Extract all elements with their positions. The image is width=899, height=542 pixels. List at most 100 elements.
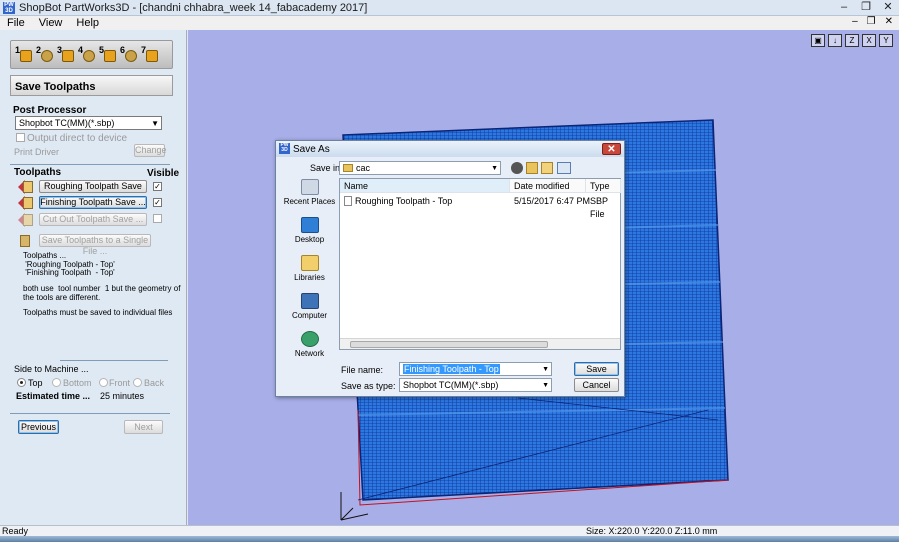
finishing-visible-checkbox[interactable]: ✓ [153, 198, 162, 207]
side-top-radio[interactable] [17, 378, 26, 387]
save-in-label: Save in: [310, 163, 343, 173]
estimated-time-label: Estimated time ... [16, 391, 91, 401]
roughing-toolpath-save-button[interactable]: Roughing Toolpath Save ... [39, 180, 147, 202]
horizontal-scrollbar[interactable] [340, 338, 620, 349]
next-button[interactable]: Next [124, 420, 163, 434]
view-y-button[interactable]: Y [879, 34, 893, 47]
roughing-toolpath-icon [18, 179, 34, 195]
step-5-button[interactable]: 5 [99, 45, 118, 64]
step-3-button[interactable]: 3 [57, 45, 76, 64]
save-as-type-label: Save as type: [341, 381, 396, 391]
view-iso-button[interactable]: ↓ [828, 34, 842, 47]
column-name[interactable]: Name [340, 179, 510, 193]
file-date: 5/15/2017 6:47 PM [514, 196, 591, 206]
app-logo-icon: PW 3D [3, 1, 15, 14]
view-menu-icon[interactable] [557, 162, 571, 174]
table-row[interactable]: Roughing Toolpath - Top 5/15/2017 6:47 P… [344, 195, 620, 219]
tool-icon [41, 50, 53, 62]
libraries-icon [300, 255, 319, 271]
recent-places-icon [300, 179, 319, 195]
file-list[interactable]: Name Date modified Type Roughing Toolpat… [339, 178, 621, 350]
cancel-button[interactable]: Cancel [574, 378, 619, 392]
save-as-type-select[interactable]: Shopbot TC(MM)(*.sbp) ▼ [399, 378, 552, 392]
menu-help[interactable]: Help [69, 17, 106, 29]
dialog-close-button[interactable]: ✕ [602, 143, 621, 155]
place-desktop[interactable]: Desktop [282, 217, 337, 244]
view-toolbar: ▣ ↓ Z X Y [811, 34, 893, 47]
cutout-visible-checkbox[interactable] [153, 214, 162, 223]
place-network[interactable]: Network [282, 331, 337, 358]
note-line: Toolpaths must be saved to individual fi… [23, 308, 173, 317]
doc-minimize-button[interactable]: – [852, 16, 858, 27]
output-direct-label: Output direct to device [27, 133, 128, 144]
places-bar: Recent Places Desktop Libraries Computer… [282, 179, 337, 359]
save-button[interactable]: Save [574, 362, 619, 376]
step-4-button[interactable]: 4 [78, 45, 97, 64]
change-button[interactable]: Change [134, 144, 167, 157]
note-line: the tools are different. [23, 293, 101, 302]
wizard-step-bar: 1 2 3 4 5 6 7 [10, 40, 173, 69]
minimize-button[interactable]: – [837, 1, 851, 14]
place-libraries[interactable]: Libraries [282, 255, 337, 282]
roughing-visible-checkbox[interactable]: ✓ [153, 182, 162, 191]
doc-restore-button[interactable]: ❐ [867, 16, 876, 27]
place-computer[interactable]: Computer [282, 293, 337, 320]
cutout-toolpath-icon [18, 212, 34, 228]
save-single-file-button[interactable]: Save Toolpaths to a Single File ... [39, 234, 151, 256]
single-file-icon [18, 233, 34, 249]
menu-view[interactable]: View [32, 17, 70, 29]
window-title: ShopBot PartWorks3D - [chandni chhabra_w… [19, 1, 368, 14]
chevron-down-icon: ▼ [491, 165, 498, 172]
cutout-icon [104, 50, 116, 62]
finishing-toolpath-save-button[interactable]: Finishing Toolpath Save ... [39, 196, 147, 209]
step-6-button[interactable]: 6 [120, 45, 139, 64]
column-type[interactable]: Type [586, 179, 621, 193]
view-x-button[interactable]: X [862, 34, 876, 47]
new-folder-icon[interactable] [541, 162, 553, 174]
side-front-label: Front [109, 378, 131, 388]
view-z-button[interactable]: Z [845, 34, 859, 47]
previous-button[interactable]: Previous [18, 420, 59, 434]
save-icon [146, 50, 158, 62]
file-name-input[interactable]: Finishing Toolpath - Top ▼ [399, 362, 552, 376]
place-recent[interactable]: Recent Places [282, 179, 337, 206]
restore-button[interactable]: ❐ [859, 1, 873, 14]
step-1-button[interactable]: 1 [15, 45, 34, 64]
step-2-button[interactable]: 2 [36, 45, 55, 64]
app-logo-icon: PW 3D [279, 142, 290, 154]
side-back-label: Back [144, 378, 165, 388]
panel-header: Save Toolpaths [10, 75, 173, 96]
menu-file[interactable]: File [0, 17, 32, 29]
toolpaths-label: Toolpaths [14, 167, 62, 178]
cutout-toolpath-save-button[interactable]: Cut Out Toolpath Save ... [39, 213, 147, 226]
output-direct-checkbox[interactable] [16, 133, 25, 142]
close-button[interactable]: ✕ [881, 1, 895, 14]
toolpath-panel: 1 2 3 4 5 6 7 Save Toolpaths Post Proces… [0, 30, 187, 525]
network-icon [300, 331, 319, 347]
side-bottom-radio[interactable] [52, 378, 61, 387]
side-top-label: Top [28, 378, 43, 388]
scroll-thumb[interactable] [350, 341, 548, 348]
step-7-button[interactable]: 7 [141, 45, 160, 64]
note-line: both use tool number 1 but the geometry … [23, 284, 181, 293]
file-icon [344, 196, 352, 206]
taskbar [0, 536, 899, 542]
side-bottom-label: Bottom [63, 378, 92, 388]
side-front-radio[interactable] [99, 378, 108, 387]
post-processor-select[interactable]: Shopbot TC(MM)(*.sbp) ▼ [15, 116, 162, 130]
view-fit-button[interactable]: ▣ [811, 34, 825, 47]
save-in-select[interactable]: cac ▼ [339, 161, 501, 175]
side-back-radio[interactable] [133, 378, 142, 387]
note-line: Toolpaths ... [23, 251, 67, 260]
doc-close-button[interactable]: ✕ [885, 16, 893, 27]
file-name-label: File name: [341, 365, 384, 375]
finishing-toolpath-icon [18, 195, 34, 211]
roughing-icon [62, 50, 74, 62]
back-icon[interactable] [511, 162, 523, 174]
divider [10, 164, 170, 165]
setup-icon [20, 50, 32, 62]
status-text: Ready [2, 526, 29, 536]
folder-icon [343, 164, 353, 172]
column-date-modified[interactable]: Date modified [510, 179, 586, 193]
up-folder-icon[interactable] [526, 162, 538, 174]
